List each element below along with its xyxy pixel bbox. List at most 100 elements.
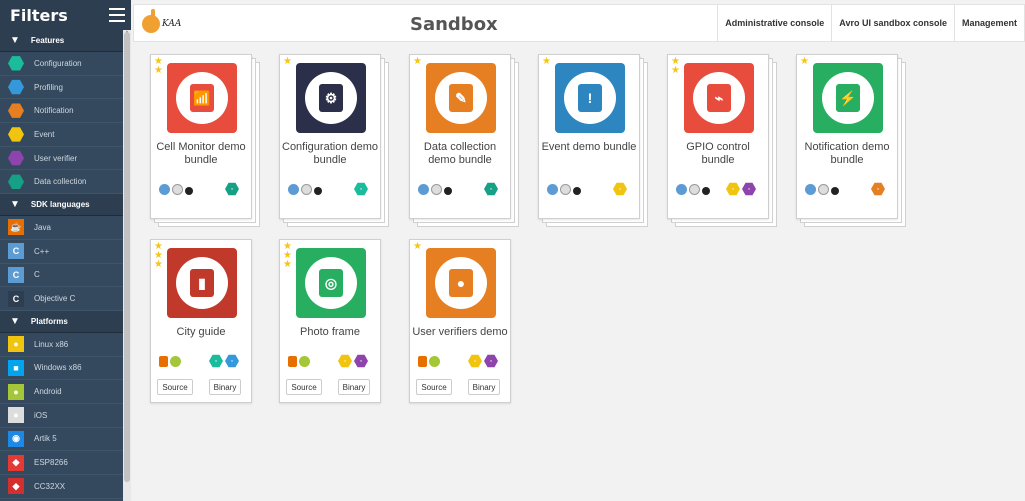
data-collection-icon — [8, 174, 24, 189]
feature-badge-icon: ◦ — [871, 182, 885, 196]
card-image-disc: ● — [435, 257, 487, 309]
sidebar-item-profiling[interactable]: Profiling — [0, 76, 123, 100]
sidebar-header: Filters — [0, 0, 131, 30]
source-button[interactable]: Source — [416, 379, 452, 395]
demo-card[interactable]: ★ ★ ★ ◎ Photo frame ◦ ◦ Source Binary — [279, 239, 389, 414]
feature-badge-icon: ◦ — [225, 182, 239, 196]
apple-icon: ● — [8, 407, 24, 424]
demo-card[interactable]: ★ ⚙ Configuration demo bundle ◦ — [279, 54, 389, 229]
star-icon: ★ — [283, 259, 292, 270]
sidebar-item-linux-x86[interactable]: ● Linux x86 — [0, 333, 123, 357]
star-icon: ★ — [283, 56, 292, 67]
demo-card[interactable]: ★ ● User verifiers demo ◦ ◦ Source Binary — [409, 239, 519, 414]
apple-icon — [185, 187, 193, 195]
demo-card[interactable]: ★ ★ 📶 Cell Monitor demo bundle ◦ — [150, 54, 260, 229]
demo-card[interactable]: ★ ★ ⌁ GPIO control bundle ◦ ◦ — [667, 54, 777, 229]
card-title: GPIO control bundle — [686, 141, 750, 166]
demo-card[interactable]: ★! Event demo bundle ◦ — [538, 54, 648, 229]
android-icon — [429, 356, 440, 367]
sidebar-item-event[interactable]: Event — [0, 123, 123, 147]
hamburger-menu-icon[interactable] — [109, 8, 125, 22]
feature-badge-icon: ◦ — [225, 354, 239, 368]
card-face[interactable]: ★ ⚙ Configuration demo bundle ◦ — [279, 54, 381, 219]
source-button[interactable]: Source — [286, 379, 322, 395]
card-face[interactable]: ★ ⚡ Notification demo bundle ◦ — [796, 54, 898, 219]
collapse-triangle-icon: ▼ — [10, 199, 20, 211]
user-icon: ● — [449, 269, 473, 297]
source-button[interactable]: Source — [157, 379, 193, 395]
card-face[interactable]: ★ ● User verifiers demo ◦ ◦ Source Binary — [409, 239, 511, 403]
cc32xx-icon: ◆ — [8, 478, 24, 495]
sidebar-item-label: Configuration — [34, 58, 82, 68]
card-features: ◦ — [484, 182, 498, 196]
linux-icon — [560, 184, 571, 195]
card-features: ◦ ◦ — [726, 182, 756, 196]
sidebar-item-windows-x86[interactable]: ■ Windows x86 — [0, 357, 123, 381]
esp8266-icon: ◆ — [8, 454, 24, 471]
sidebar-item-label: User verifier — [34, 153, 78, 163]
star-icon: ★ — [671, 65, 680, 76]
feature-badge-icon: ◦ — [484, 182, 498, 196]
feature-badge-icon: ◦ — [354, 182, 368, 196]
sidebar-item-c[interactable]: CC — [0, 264, 123, 288]
sidebar-item-android[interactable]: ● Android — [0, 380, 123, 404]
java-icon: ☕ — [8, 219, 24, 236]
star-icon: ★ — [154, 65, 163, 76]
card-platforms — [159, 356, 181, 367]
sidebar-item-configuration[interactable]: Configuration — [0, 52, 123, 76]
camera-icon: ◎ — [319, 269, 343, 297]
sidebar-item-label: Event — [34, 129, 55, 139]
binary-button[interactable]: Binary — [338, 379, 370, 395]
card-face[interactable]: ★! Event demo bundle ◦ — [538, 54, 640, 219]
c-icon — [676, 184, 687, 195]
sidebar-scrollbar[interactable]: ▲ — [123, 30, 131, 501]
card-image-disc: ◎ — [305, 257, 357, 309]
sidebar-item-label: Artik 5 — [34, 434, 57, 444]
sidebar-item-objective-c[interactable]: C Objective C — [0, 287, 123, 311]
nav-administrative-console[interactable]: Administrative console — [717, 5, 831, 41]
sidebar-item-java[interactable]: ☕ Java — [0, 216, 123, 240]
binary-button[interactable]: Binary — [209, 379, 241, 395]
sidebar-section-header[interactable]: ▼ Features — [0, 30, 123, 52]
sidebar-item-label: ESP8266 — [34, 458, 68, 468]
card-image-disc: ✎ — [435, 72, 487, 124]
card-platforms — [805, 184, 839, 195]
c-icon — [159, 184, 170, 195]
card-features: ◦ ◦ — [468, 354, 498, 368]
collapse-triangle-icon: ▼ — [10, 315, 20, 327]
demo-card[interactable]: ★ ✎ Data collection demo bundle ◦ — [409, 54, 519, 229]
demo-card[interactable]: ★ ⚡ Notification demo bundle ◦ — [796, 54, 906, 229]
nav-management[interactable]: Management — [953, 5, 1024, 41]
apple-icon — [831, 187, 839, 195]
card-face[interactable]: ★ ★ 📶 Cell Monitor demo bundle ◦ — [150, 54, 252, 219]
sidebar-section-header[interactable]: ▼ Platforms — [0, 310, 123, 333]
binary-button[interactable]: Binary — [468, 379, 500, 395]
card-face[interactable]: ★ ★ ★ ◎ Photo frame ◦ ◦ Source Binary — [279, 239, 381, 403]
sidebar-item-label: Windows x86 — [34, 363, 82, 373]
card-platforms — [159, 184, 193, 195]
card-image: ● — [426, 248, 496, 318]
card-image: ◎ — [296, 248, 366, 318]
card-face[interactable]: ★ ✎ Data collection demo bundle ◦ — [409, 54, 511, 219]
card-image: 📶 — [167, 63, 237, 133]
sidebar-item-notification[interactable]: Notification — [0, 99, 123, 124]
card-face[interactable]: ★ ★ ★ ▮ City guide ◦ ◦ Source Binary — [150, 239, 252, 403]
sidebar-item-user-verifier[interactable]: User verifier — [0, 147, 123, 171]
demo-card[interactable]: ★ ★ ★ ▮ City guide ◦ ◦ Source Binary — [150, 239, 260, 414]
sidebar-item-c-[interactable]: C C++ — [0, 240, 123, 264]
sidebar-item-esp8266[interactable]: ◆ ESP8266 — [0, 451, 123, 475]
collapse-triangle-icon: ▼ — [10, 35, 20, 46]
sidebar-item-ios[interactable]: ● iOS — [0, 404, 123, 428]
kaa-logo[interactable]: KAA — [142, 9, 192, 36]
kaa-rabbit-icon — [142, 9, 160, 33]
card-title: User verifiers demo — [412, 326, 508, 338]
sidebar-item-data-collection[interactable]: Data collection — [0, 170, 123, 195]
star-icon: ★ — [413, 56, 422, 67]
card-face[interactable]: ★ ★ ⌁ GPIO control bundle ◦ ◦ — [667, 54, 769, 219]
nav-avro-ui-sandbox-console[interactable]: Avro UI sandbox console — [831, 5, 954, 41]
sidebar-item-artik-5[interactable]: ◉ Artik 5 — [0, 428, 123, 452]
java-icon — [159, 356, 168, 367]
sidebar-item-cc32xx[interactable]: ◆ CC32XX — [0, 475, 123, 499]
sidebar-section-header[interactable]: ▼ SDK languages — [0, 194, 123, 217]
windows-icon: ■ — [8, 359, 24, 376]
